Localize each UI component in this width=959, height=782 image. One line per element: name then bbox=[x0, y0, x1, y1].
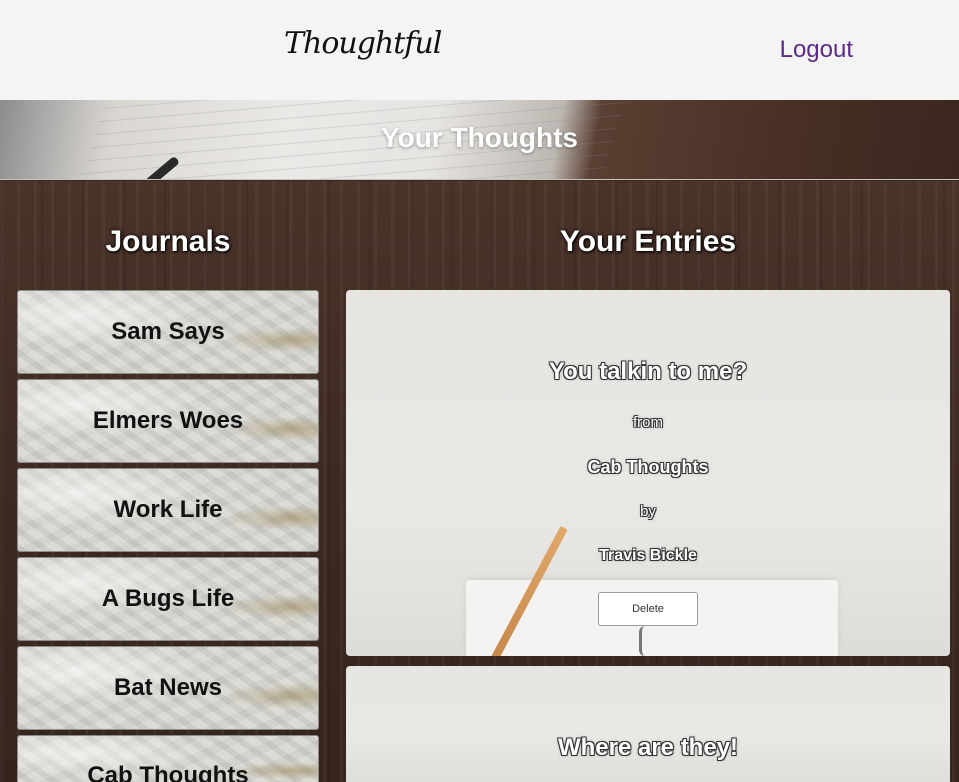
entry-card[interactable]: You talkin to me? from Cab Thoughts by T… bbox=[346, 290, 950, 656]
entry-title: Where are they! bbox=[557, 734, 739, 761]
journal-item-label: Cab Thoughts bbox=[87, 762, 249, 782]
entry-journal-name: Cab Thoughts bbox=[587, 457, 709, 477]
journal-item-label: A Bugs Life bbox=[101, 585, 235, 612]
journal-item-cab-thoughts[interactable]: Cab Thoughts bbox=[17, 735, 319, 782]
journal-item-elmers-woes[interactable]: Elmers Woes bbox=[17, 379, 319, 463]
app-logo[interactable]: Thoughtful bbox=[284, 26, 442, 61]
journal-item-bat-news[interactable]: Bat News bbox=[17, 646, 319, 730]
journals-heading: Journals bbox=[105, 225, 231, 258]
page-title: Your Thoughts bbox=[381, 122, 578, 153]
entry-from-label: from bbox=[633, 414, 663, 431]
journal-item-label: Sam Says bbox=[111, 318, 225, 345]
top-navbar: Thoughtful Logout bbox=[0, 0, 959, 100]
logout-link[interactable]: Logout bbox=[780, 36, 853, 64]
entry-card[interactable]: Where are they! bbox=[346, 666, 950, 782]
entry-by-label: by bbox=[640, 503, 656, 520]
journal-item-work-life[interactable]: Work Life bbox=[17, 468, 319, 552]
journal-item-label: Elmers Woes bbox=[92, 407, 244, 434]
journal-list: Sam Says Elmers Woes Work Life A Bugs Li… bbox=[17, 290, 319, 782]
entries-heading: Your Entries bbox=[559, 225, 737, 258]
entry-author: Travis Bickle bbox=[599, 547, 697, 564]
journal-item-label: Work Life bbox=[113, 496, 223, 523]
journal-item-sam-says[interactable]: Sam Says bbox=[17, 290, 319, 374]
journal-item-a-bugs-life[interactable]: A Bugs Life bbox=[17, 557, 319, 641]
journal-item-label: Bat News bbox=[113, 674, 223, 701]
delete-button[interactable]: Delete bbox=[598, 592, 698, 626]
spiral-decoration bbox=[639, 626, 657, 656]
entry-title: You talkin to me? bbox=[548, 358, 748, 385]
